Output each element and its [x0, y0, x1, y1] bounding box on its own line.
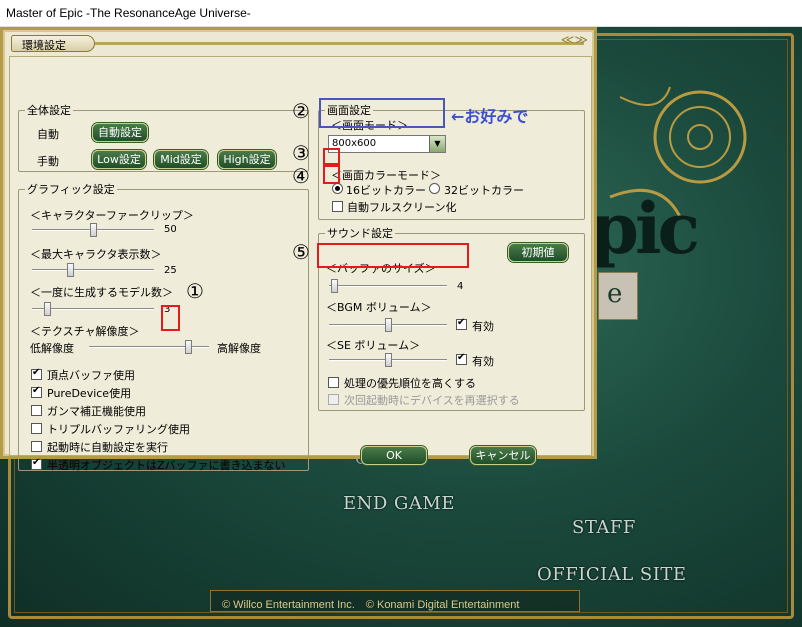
bgm-enabled-label: 有効 [472, 320, 494, 333]
annotation-box-1 [161, 305, 180, 331]
texture-thumb[interactable] [185, 340, 192, 354]
window-title: Master of Epic -The ResonanceAge Univers… [6, 6, 251, 20]
annotation-number-5: ⑤ [292, 240, 310, 264]
chevron-down-icon[interactable]: ▼ [429, 136, 445, 152]
window-titlebar: Master of Epic -The ResonanceAge Univers… [0, 0, 802, 27]
graphics-option-label: 頂点バッファ使用 [47, 369, 135, 382]
texture-label: ＜テクスチャ解像度＞ [30, 325, 140, 338]
bgm-volume-label: ＜BGM ボリューム＞ [326, 301, 432, 314]
max-chars-value: 25 [164, 265, 177, 276]
max-chars-slider[interactable] [32, 263, 154, 277]
color-16bit-label: 16ビットカラー [346, 184, 426, 197]
bgm-enabled-checkbox[interactable] [456, 317, 467, 330]
graphics-option-label: PureDevice使用 [47, 387, 132, 400]
far-clip-label: ＜キャラクターファークリップ＞ [30, 209, 194, 222]
annotation-number-4: ④ [292, 164, 310, 188]
models-slider[interactable] [32, 302, 154, 316]
game-logo-sub: e [607, 279, 623, 309]
texture-low-label: 低解像度 [30, 342, 74, 355]
se-enabled-checkbox[interactable] [456, 352, 467, 365]
buffer-size-thumb[interactable] [331, 279, 338, 293]
graphics-option-label: 起動時に自動設定を実行 [47, 441, 168, 454]
graphics-option-checkbox[interactable] [31, 441, 42, 452]
menu-official-site[interactable]: OFFICIAL SITE [537, 564, 687, 585]
se-volume-label: ＜SE ボリューム＞ [326, 339, 421, 352]
color-mode-label: ＜画面カラーモード＞ [331, 169, 441, 182]
annotation-note: ←お好みで [451, 107, 529, 126]
annotation-box-4 [323, 165, 340, 184]
se-volume-slider[interactable] [329, 353, 447, 367]
graphics-option-label: トリプルバッファリング使用 [47, 423, 190, 436]
color-32bit-label: 32ビットカラー [444, 184, 524, 197]
buffer-size-slider[interactable] [329, 279, 447, 293]
auto-settings-button[interactable]: 自動設定 [92, 123, 148, 142]
buffer-size-value: 4 [457, 281, 464, 292]
far-clip-slider[interactable] [32, 223, 154, 237]
fullscreen-checkbox[interactable] [332, 201, 343, 212]
se-enabled-label: 有効 [472, 355, 494, 368]
annotation-box-3 [323, 148, 340, 165]
models-thumb[interactable] [44, 302, 51, 316]
priority-label: 処理の優先順位を高くする [344, 377, 476, 390]
max-chars-label: ＜最大キャラクタ表示数＞ [30, 248, 162, 261]
sound-settings-legend: サウンド設定 [327, 227, 393, 240]
graphics-option-checkbox[interactable] [31, 423, 42, 434]
fullscreen-label: 自動フルスクリーン化 [347, 201, 457, 214]
game-logo: pic [590, 187, 700, 270]
color-32bit-radio[interactable] [429, 183, 440, 194]
manual-label: 手動 [37, 155, 59, 168]
ok-button[interactable]: OK [361, 446, 427, 465]
reset-defaults-button[interactable]: 初期値 [508, 243, 568, 262]
low-settings-button[interactable]: Low設定 [92, 150, 146, 169]
annotation-number-2: ② [292, 99, 310, 123]
priority-checkbox[interactable] [328, 377, 339, 388]
annotation-number-3: ③ [292, 141, 310, 165]
texture-slider[interactable] [89, 340, 209, 354]
game-logo-plate: e [598, 272, 638, 320]
screen-mode-select[interactable]: 800x600 ▼ [328, 135, 446, 153]
annotation-number-1: ① [186, 279, 204, 303]
models-label: ＜一度に生成するモデル数＞ [30, 286, 173, 299]
far-clip-thumb[interactable] [90, 223, 97, 237]
max-chars-thumb[interactable] [67, 263, 74, 277]
menu-end-game[interactable]: END GAME [343, 493, 455, 514]
overall-settings-legend: 全体設定 [27, 104, 71, 117]
graphics-option-label: ガンマ補正機能使用 [47, 405, 146, 418]
dialog-corner-ornament: ≪≫ [560, 33, 588, 48]
reselect-device-checkbox[interactable] [328, 394, 339, 405]
dialog-tab: 環境設定 [11, 35, 95, 52]
graphics-option-checkbox[interactable] [31, 457, 42, 470]
graphics-option-label: 半透明オブジェクトはZバッファに書き込まない [47, 459, 286, 472]
mid-settings-button[interactable]: Mid設定 [154, 150, 208, 169]
menu-staff[interactable]: STAFF [572, 517, 636, 538]
annotation-box-5 [317, 243, 469, 268]
color-16bit-radio[interactable] [332, 183, 343, 194]
reselect-device-label: 次回起動時にデバイスを再選択する [344, 394, 520, 407]
auto-label: 自動 [37, 128, 59, 141]
graphics-option-checkbox[interactable] [31, 405, 42, 416]
bgm-volume-slider[interactable] [329, 318, 447, 332]
high-settings-button[interactable]: High設定 [218, 150, 276, 169]
texture-high-label: 高解像度 [217, 342, 261, 355]
graphics-option-checkbox[interactable] [31, 367, 42, 380]
far-clip-value: 50 [164, 224, 177, 235]
dialog-top-line [95, 42, 584, 45]
cancel-button[interactable]: キャンセル [470, 446, 536, 465]
se-volume-thumb[interactable] [385, 353, 392, 367]
copyright-text: © Willco Entertainment Inc. © Konami Dig… [222, 599, 520, 611]
graphics-settings-legend: グラフィック設定 [27, 183, 115, 196]
annotation-box-2 [319, 98, 445, 128]
bgm-volume-thumb[interactable] [385, 318, 392, 332]
graphics-option-checkbox[interactable] [31, 385, 42, 398]
